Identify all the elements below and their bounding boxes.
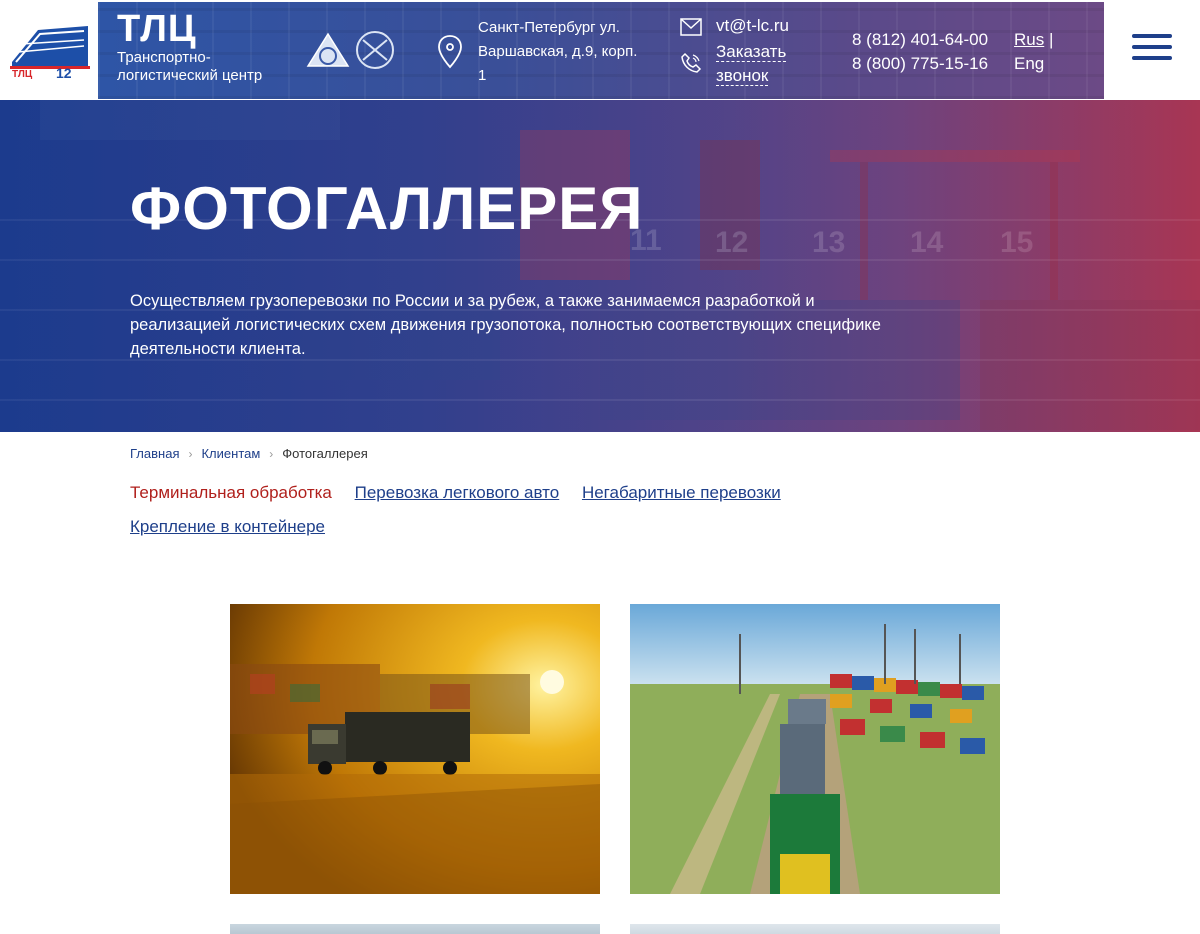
language-switcher: Rus | Eng <box>1014 28 1053 76</box>
category-container-securing[interactable]: Крепление в контейнере <box>130 517 325 536</box>
callback-link[interactable]: Заказать звонок <box>716 40 806 88</box>
phone-toll-free[interactable]: 8 (800) 775-15-16 <box>852 52 988 76</box>
gallery-photo-rail-yard[interactable] <box>630 604 1000 894</box>
hero-description: Осуществляем грузоперевозки по России и … <box>130 292 881 358</box>
breadcrumb-clients[interactable]: Клиентам <box>201 446 260 461</box>
company-logo[interactable]: ТЛЦ 12 <box>8 22 92 81</box>
breadcrumb-home[interactable]: Главная <box>130 446 179 461</box>
svg-text:12: 12 <box>56 65 72 80</box>
lang-separator: | <box>1048 30 1054 49</box>
phone-numbers: 8 (812) 401-64-00 8 (800) 775-15-16 <box>852 28 988 76</box>
mail-icon <box>680 18 702 36</box>
gallery-categories: Терминальная обработка Перевозка легково… <box>130 476 890 544</box>
category-car-transport[interactable]: Перевозка легкового авто <box>355 483 560 502</box>
header-band: ТЛЦ Транспортно-логистический центр Санк… <box>98 2 1104 99</box>
port-background-image: 11 12 13 14 15 <box>0 100 1200 432</box>
menu-hamburger-icon[interactable] <box>1132 34 1172 60</box>
association-logos <box>303 26 403 76</box>
gallery-photo-terminal-night[interactable] <box>230 604 600 894</box>
lang-eng-link[interactable]: Eng <box>1014 52 1053 76</box>
email-link[interactable]: vt@t-lc.ru <box>716 16 789 36</box>
location-pin-icon <box>436 34 464 70</box>
phone-primary[interactable]: 8 (812) 401-64-00 <box>852 28 988 52</box>
page-title: ФОТОГАЛЛЕРЕЯ <box>130 175 644 242</box>
svg-text:ТЛЦ: ТЛЦ <box>12 69 33 80</box>
lang-rus-link[interactable]: Rus <box>1014 30 1044 49</box>
gallery-photo-4[interactable] <box>630 924 1000 934</box>
chevron-right-icon: › <box>188 446 193 461</box>
category-oversized-transport[interactable]: Негабаритные перевозки <box>582 483 781 502</box>
office-address: Санкт-Петербург ул. Варшавская, д.9, кор… <box>478 19 638 84</box>
brand-title[interactable]: ТЛЦ <box>117 8 197 51</box>
category-terminal-handling[interactable]: Терминальная обработка <box>130 483 332 502</box>
hero-banner: 11 12 13 14 15 ФОТОГАЛЛЕРЕЯ Осуществляем… <box>0 100 1200 432</box>
brand-subtitle: Транспортно-логистический центр <box>117 49 263 84</box>
gallery-photo-3[interactable] <box>230 924 600 934</box>
chevron-right-icon: › <box>269 446 274 461</box>
breadcrumb-current: Фотогаллерея <box>282 446 368 461</box>
breadcrumb: Главная › Клиентам › Фотогаллерея <box>130 446 368 461</box>
callback-label[interactable]: Заказать звонок <box>716 42 787 86</box>
site-header: ТЛЦ 12 ТЛЦ Транспортно-логистический цен… <box>0 0 1200 100</box>
phone-icon <box>680 52 702 74</box>
